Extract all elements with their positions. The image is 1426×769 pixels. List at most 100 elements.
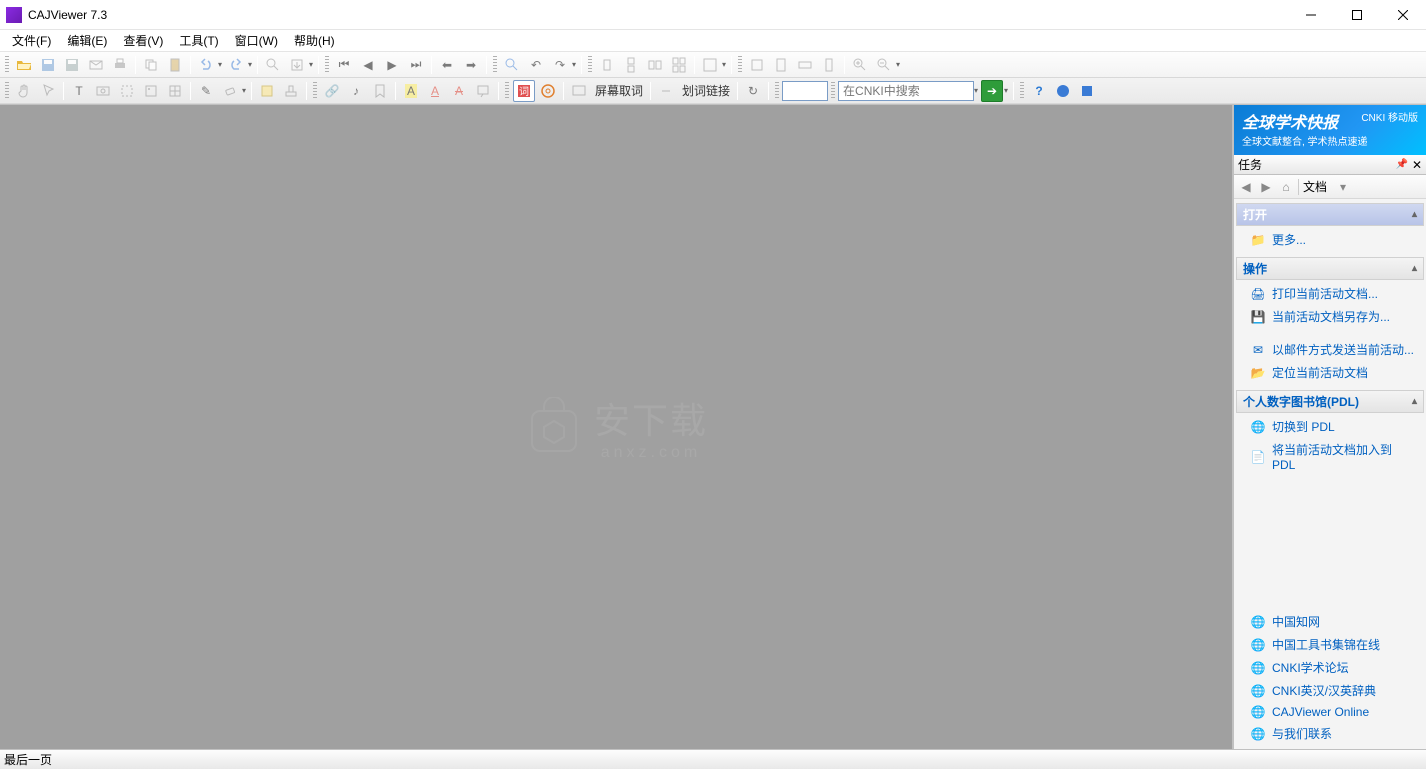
fit-width-button[interactable] (794, 54, 816, 76)
nav-back-icon[interactable]: ◀ (1238, 179, 1254, 195)
tab-document[interactable]: 文档 (1303, 178, 1327, 195)
close-button[interactable] (1380, 0, 1426, 30)
mail-button[interactable] (85, 54, 107, 76)
hand-tool-button[interactable] (13, 80, 35, 102)
toolbar-grip[interactable] (313, 82, 317, 100)
copy-button[interactable] (140, 54, 162, 76)
link-contact[interactable]: 🌐与我们联系 (1236, 722, 1424, 745)
nav-home-icon[interactable]: ⌂ (1278, 179, 1294, 195)
annotate-button[interactable] (472, 80, 494, 102)
sync-button[interactable]: ↻ (742, 80, 764, 102)
item-saveas[interactable]: 💾当前活动文档另存为... (1236, 305, 1424, 328)
home-button[interactable] (1052, 80, 1074, 102)
back-button[interactable]: ⬅ (436, 54, 458, 76)
search-input[interactable] (838, 81, 974, 101)
menu-window[interactable]: 窗口(W) (227, 30, 286, 51)
link-button[interactable]: 🔗 (321, 80, 343, 102)
link-forum[interactable]: 🌐CNKI学术论坛 (1236, 656, 1424, 679)
eraser-button[interactable] (219, 80, 241, 102)
undo-button[interactable] (195, 54, 217, 76)
search-go-button[interactable]: ➔ (981, 80, 1003, 102)
toolbar-grip[interactable] (493, 56, 497, 74)
saveas-button[interactable] (61, 54, 83, 76)
toolbar-grip[interactable] (325, 56, 329, 74)
fit-page-button[interactable] (770, 54, 792, 76)
underline-button[interactable]: A (424, 80, 446, 102)
facing-cont-button[interactable] (668, 54, 690, 76)
highlight-button[interactable]: A (400, 80, 422, 102)
prev-page-button[interactable]: ◀ (357, 54, 379, 76)
rotate-dropdown[interactable]: ▾ (570, 60, 578, 69)
link-toolbook[interactable]: 🌐中国工具书集锦在线 (1236, 633, 1424, 656)
item-print[interactable]: 🖨打印当前活动文档... (1236, 282, 1424, 305)
zoom-in-button[interactable] (849, 54, 871, 76)
toolbar-grip[interactable] (5, 82, 9, 100)
item-pdl-switch[interactable]: 🌐切换到 PDL (1236, 415, 1424, 438)
nav-forward-icon[interactable]: ▶ (1258, 179, 1274, 195)
dict-toggle-button[interactable]: 词 (513, 80, 535, 102)
fullscreen-dropdown[interactable]: ▾ (720, 60, 728, 69)
toolbar-grip[interactable] (588, 56, 592, 74)
menu-edit[interactable]: 编辑(E) (59, 30, 115, 51)
section-ops[interactable]: 操作▴ (1236, 257, 1424, 280)
toolbar-grip[interactable] (775, 82, 779, 100)
import-button[interactable] (286, 54, 308, 76)
banner[interactable]: 全球学术快报CNKI 移动版 全球文献整合, 学术热点速递 (1234, 105, 1426, 155)
toolbar-grip[interactable] (738, 56, 742, 74)
zoom-dropdown[interactable]: ▾ (894, 60, 902, 69)
paste-button[interactable] (164, 54, 186, 76)
menu-file[interactable]: 文件(F) (4, 30, 59, 51)
menu-tools[interactable]: 工具(T) (171, 30, 226, 51)
undo-dropdown[interactable]: ▾ (216, 60, 224, 69)
section-open[interactable]: 打开▴ (1236, 203, 1424, 226)
facing-button[interactable] (644, 54, 666, 76)
table-select-button[interactable] (164, 80, 186, 102)
tab-dropdown[interactable]: ▾ (1335, 179, 1351, 195)
zoom-out-button[interactable] (873, 54, 895, 76)
menu-view[interactable]: 查看(V) (115, 30, 171, 51)
text-select-button[interactable]: T (68, 80, 90, 102)
note-button[interactable] (256, 80, 278, 102)
toolbar-grip[interactable] (505, 82, 509, 100)
select-tool-button[interactable] (37, 80, 59, 102)
stamp-button[interactable] (280, 80, 302, 102)
fit-height-button[interactable] (818, 54, 840, 76)
section-pdl[interactable]: 个人数字图书馆(PDL)▴ (1236, 390, 1424, 413)
actual-size-button[interactable] (746, 54, 768, 76)
link-dict[interactable]: 🌐CNKI英汉/汉英辞典 (1236, 679, 1424, 702)
screen-capture-icon[interactable] (568, 80, 590, 102)
help-button[interactable]: ? (1028, 80, 1050, 102)
redo-button[interactable] (225, 54, 247, 76)
toolbar-grip[interactable] (831, 82, 835, 100)
pin-icon[interactable]: 📌 (1395, 159, 1407, 170)
next-page-button[interactable]: ▶ (381, 54, 403, 76)
bookmark-button[interactable] (369, 80, 391, 102)
snapshot-button[interactable] (92, 80, 114, 102)
continuous-button[interactable] (620, 54, 642, 76)
word-link-icon[interactable] (655, 80, 677, 102)
toolbar-grip[interactable] (1020, 82, 1024, 100)
rotate-right-button[interactable]: ↷ (549, 54, 571, 76)
item-locate[interactable]: 📂定位当前活动文档 (1236, 361, 1424, 384)
ocr-button[interactable] (116, 80, 138, 102)
minimize-button[interactable] (1288, 0, 1334, 30)
fullscreen-button[interactable] (699, 54, 721, 76)
pencil-button[interactable]: ✎ (195, 80, 217, 102)
save-button[interactable] (37, 54, 59, 76)
find-button[interactable] (262, 54, 284, 76)
import-dropdown[interactable]: ▾ (307, 60, 315, 69)
pen-dropdown[interactable]: ▾ (240, 86, 248, 95)
single-page-button[interactable] (596, 54, 618, 76)
sound-button[interactable]: ♪ (345, 80, 367, 102)
open-button[interactable] (13, 54, 35, 76)
image-select-button[interactable] (140, 80, 162, 102)
search-dropdown[interactable]: ▾ (972, 86, 980, 95)
link-online[interactable]: 🌐CAJViewer Online (1236, 702, 1424, 722)
page-input[interactable] (782, 81, 828, 101)
zoom-button[interactable] (501, 54, 523, 76)
rotate-left-button[interactable]: ↶ (525, 54, 547, 76)
maximize-button[interactable] (1334, 0, 1380, 30)
item-more[interactable]: 📁 更多... (1236, 228, 1424, 251)
toolbar-grip[interactable] (5, 56, 9, 74)
search-go-dropdown[interactable]: ▾ (1002, 86, 1010, 95)
